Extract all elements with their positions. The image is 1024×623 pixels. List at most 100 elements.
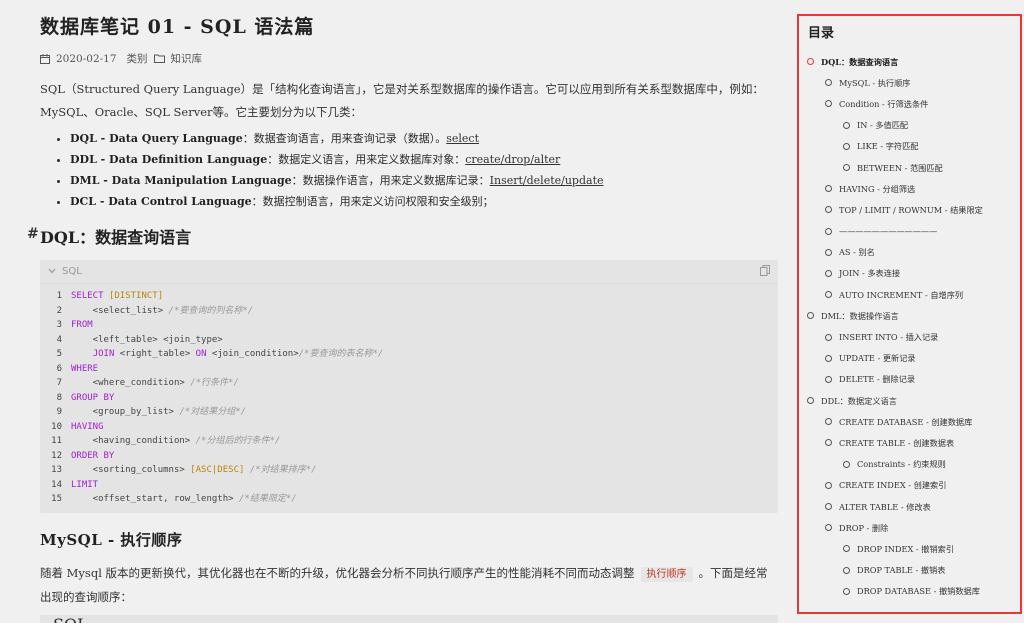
code-line: 14 LIMIT: [40, 478, 778, 493]
toc-item[interactable]: UPDATE - 更新记录: [805, 348, 1014, 369]
toc-item-label: UPDATE - 更新记录: [839, 353, 916, 364]
toc-item[interactable]: DQL：数据查询语言: [805, 51, 1014, 72]
toc-item-label: DML：数据操作语言: [821, 310, 899, 321]
toc-bullet-icon: [825, 503, 832, 511]
toc-item[interactable]: AS - 别名: [805, 242, 1014, 263]
code-token: <group_by_list>: [71, 407, 180, 417]
category-link[interactable]: 知识库: [171, 51, 203, 66]
code-token: /*对结果分组*/: [179, 407, 247, 417]
inline-code-tag: 执行顺序: [640, 566, 693, 582]
toc-bullet-icon: [825, 439, 832, 447]
line-number: 2: [56, 305, 62, 316]
code-token: <where_condition>: [71, 378, 191, 388]
toc-item[interactable]: DROP - 删除: [805, 517, 1014, 538]
code-line: 7 <where_condition> /*行条件*/: [40, 376, 778, 391]
code-text: <left_table> <join_type>: [62, 333, 223, 348]
toc-item[interactable]: DROP TABLE - 撤销表: [805, 560, 1014, 581]
toc-item-label: Condition - 行筛选条件: [839, 98, 929, 109]
toc-bullet-icon: [843, 164, 850, 172]
calendar-icon: [40, 53, 50, 64]
anchor-hash-icon[interactable]: #: [27, 226, 39, 242]
toc-item[interactable]: AUTO INCREMENT - 自增序列: [805, 284, 1014, 305]
code-token: <select_list>: [71, 305, 169, 316]
toc-item[interactable]: JOIN - 多表连接: [805, 263, 1014, 284]
code-token: [ASC|DESC]: [190, 465, 245, 475]
toc-item[interactable]: DROP DATABASE - 撤销数据库: [805, 581, 1014, 602]
toc-item[interactable]: LIKE - 字符匹配: [805, 136, 1014, 157]
toc-item[interactable]: IN - 多值匹配: [805, 115, 1014, 136]
line-number: 4: [56, 334, 62, 345]
toc-bullet-icon: [825, 291, 832, 299]
toc-bullet-icon: [825, 481, 832, 489]
toc-list: DQL：数据查询语言 MySQL - 执行顺序 Condition - 行筛选条件 I…: [805, 51, 1014, 602]
code-token: ON: [195, 349, 207, 359]
toc-title: 目录: [808, 26, 835, 41]
code-content: 1 SELECT [DISTINCT] 2 <select_list> /*要查询的…: [40, 284, 778, 513]
toc-item[interactable]: TOP / LIMIT / ROWNUM - 结果限定: [805, 199, 1014, 220]
list-item: DDL - Data Definition Language：数据定义语言，用来…: [70, 149, 776, 170]
toc-item[interactable]: HAVING - 分组筛选: [805, 178, 1014, 199]
toc-item[interactable]: Constraints - 约束规则: [805, 454, 1014, 475]
code-token: <right_table>: [114, 349, 196, 359]
toc-item[interactable]: BETWEEN - 范围匹配: [805, 157, 1014, 178]
toc-item-label: AUTO INCREMENT - 自增序列: [839, 289, 964, 300]
code-text: WHERE: [62, 362, 98, 377]
toc-item[interactable]: MySQL - 执行顺序: [805, 72, 1014, 93]
toc-item[interactable]: DELETE - 删除记录: [805, 369, 1014, 390]
intro-paragraph: SQL（Structured Query Language）是「结构化查询语言」…: [40, 82, 764, 119]
toc-bullet-icon: [825, 524, 832, 532]
code-block: SQL 1 SELECT [DISTINCT] 2 <select_list> /*…: [40, 260, 778, 513]
code-text: ORDER BY: [62, 449, 114, 464]
code-block-2: SQL: [40, 614, 778, 623]
article-main: 数据库笔记 01 - SQL 语法篇 2020-02-17 类别 知识库 SQL…: [0, 0, 790, 623]
line-number: 1: [56, 291, 62, 301]
toc-item[interactable]: CREATE TABLE - 创建数据表: [805, 432, 1014, 453]
section-heading-dql: # DQL：数据查询语言: [27, 226, 192, 247]
toc-item[interactable]: DDL：数据定义语言: [805, 390, 1014, 411]
code-line: 1 SELECT [DISTINCT]: [40, 289, 778, 304]
toc-item[interactable]: ALTER TABLE - 修改表: [805, 496, 1014, 517]
toc-bullet-icon: [807, 58, 814, 66]
toc-item[interactable]: CREATE DATABASE - 创建数据库: [805, 411, 1014, 432]
code-line: 2 <select_list> /*要查询的列名称*/: [40, 304, 778, 319]
order-paragraph: 随着 Mysql 版本的更新换代，其优化器也在不断的升级，优化器会分析不同执行顺…: [40, 565, 768, 604]
toc-bullet-icon: [807, 312, 814, 320]
toc-item-label: ————————————: [839, 226, 938, 237]
toc-item[interactable]: ————————————: [805, 221, 1014, 242]
code-line: 3 FROM: [40, 318, 778, 333]
section-heading-mysql-order: MySQL - 执行顺序: [40, 530, 183, 549]
code-token: <left_table> <join_type>: [71, 334, 223, 345]
toc-item[interactable]: CREATE INDEX - 创建索引: [805, 475, 1014, 496]
toc-bullet-icon: [843, 460, 850, 468]
toc-item[interactable]: INSERT INTO - 插入记录: [805, 326, 1014, 347]
post-date: 2020-02-17: [56, 52, 117, 65]
list-item: DQL - Data Query Language：数据查询语言，用来查询记录（…: [70, 128, 776, 149]
toc-item-label: ALTER TABLE - 修改表: [839, 501, 931, 512]
line-number: 9: [56, 407, 62, 417]
toc-item-label: Constraints - 约束规则: [857, 459, 946, 470]
toc-item-label: DROP INDEX - 撤销索引: [857, 543, 955, 554]
toc-bullet-icon: [825, 206, 832, 214]
code-text: <offset_start, row_length> /*结果限定*/: [62, 492, 297, 507]
collapse-chevron-icon[interactable]: [48, 266, 56, 277]
list-item: DML - Data Manipulation Language：数据操作语言，…: [70, 170, 776, 191]
toc-bullet-icon: [825, 375, 832, 383]
toc-item[interactable]: DML：数据操作语言: [805, 305, 1014, 326]
toc-item-label: LIKE - 字符匹配: [857, 141, 919, 152]
toc-item[interactable]: DROP INDEX - 撤销索引: [805, 538, 1014, 559]
code-token: JOIN: [92, 349, 115, 359]
code-block-header: SQL: [40, 615, 778, 623]
code-token: /*对结果排序*/: [249, 465, 317, 475]
toc-bullet-icon: [843, 121, 850, 129]
copy-icon[interactable]: [760, 264, 770, 279]
code-language-label: SQL: [62, 266, 82, 277]
folder-icon: [153, 54, 165, 63]
code-text: <group_by_list> /*对结果分组*/: [62, 405, 246, 420]
code-token: LIMIT: [71, 479, 99, 490]
collapse-chevron-icon[interactable]: [40, 615, 53, 623]
toc-item[interactable]: Condition - 行筛选条件: [805, 93, 1014, 114]
toc-bullet-icon: [843, 566, 850, 574]
toc-bullet-icon: [825, 418, 832, 426]
code-line: 8 GROUP BY: [40, 391, 778, 406]
